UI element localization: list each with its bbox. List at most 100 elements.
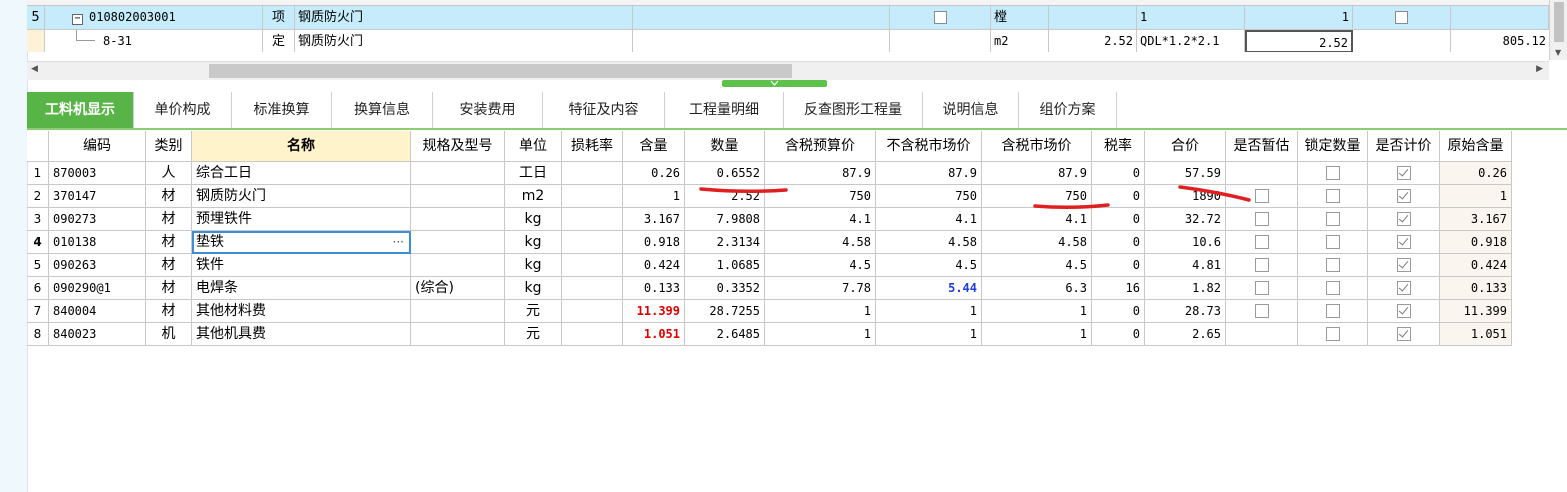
- name-cell[interactable]: 钢质防火门: [192, 185, 411, 208]
- notax-market-price-cell[interactable]: 750: [876, 185, 982, 208]
- code-cell[interactable]: 010138: [49, 231, 146, 254]
- tax-market-price-cell[interactable]: 1: [982, 323, 1092, 346]
- priced-cell[interactable]: [1368, 323, 1440, 346]
- tax-budget-price-cell[interactable]: 4.1: [765, 208, 876, 231]
- table-row[interactable]: 7 840004 材 其他材料费 元 11.399 28.7255 1 1 1 0 28.73 11.3…: [27, 300, 1512, 323]
- content-cell[interactable]: 1.051: [623, 323, 685, 346]
- notax-market-price-cell[interactable]: 87.9: [876, 162, 982, 185]
- tab-unit-price-composition[interactable]: 单价构成: [134, 92, 232, 128]
- scroll-right-icon[interactable]: ▶: [1536, 64, 1543, 74]
- checkbox[interactable]: [1325, 235, 1340, 249]
- bill-row-selected[interactable]: 5 −010802003001 项 钢质防火门 樘 1 1: [27, 6, 1549, 30]
- tax-rate-cell[interactable]: 0: [1092, 185, 1145, 208]
- total-cell[interactable]: 2.65: [1145, 323, 1226, 346]
- name-cell[interactable]: 其他机具费: [192, 323, 411, 346]
- item-feature[interactable]: [633, 6, 890, 29]
- priced-cell[interactable]: [1368, 208, 1440, 231]
- checkbox[interactable]: [1396, 166, 1411, 180]
- panel-splitter[interactable]: [722, 80, 827, 87]
- category-cell[interactable]: 材: [146, 277, 192, 300]
- checkbox[interactable]: [1254, 235, 1269, 249]
- table-row[interactable]: 1 870003 人 综合工日 工日 0.26 0.6552 87.9 87.9 87.9 0 57.…: [27, 162, 1512, 185]
- category-cell[interactable]: 材: [146, 185, 192, 208]
- checkbox[interactable]: [1396, 258, 1411, 272]
- notax-market-price-cell[interactable]: 4.1: [876, 208, 982, 231]
- original-content-cell[interactable]: 11.399: [1440, 300, 1512, 323]
- quantity-cell[interactable]: 2.3134: [685, 231, 765, 254]
- unit-cell[interactable]: kg: [505, 254, 562, 277]
- priced-cell[interactable]: [1368, 185, 1440, 208]
- tax-market-price-cell[interactable]: 750: [982, 185, 1092, 208]
- loss-rate-cell[interactable]: [562, 208, 623, 231]
- table-row[interactable]: 8 840023 机 其他机具费 元 1.051 2.6485 1 1 1 0 2.65 1.051: [27, 323, 1512, 346]
- spec-cell[interactable]: [411, 185, 505, 208]
- header-spec[interactable]: 规格及型号: [411, 131, 505, 162]
- code-cell[interactable]: 840004: [49, 300, 146, 323]
- code-cell[interactable]: 090273: [49, 208, 146, 231]
- original-content-cell[interactable]: 3.167: [1440, 208, 1512, 231]
- checkbox[interactable]: [1396, 304, 1411, 318]
- checkbox[interactable]: [1325, 327, 1340, 341]
- header-code[interactable]: 编码: [49, 131, 146, 162]
- tax-market-price-cell[interactable]: 87.9: [982, 162, 1092, 185]
- tax-budget-price-cell[interactable]: 4.58: [765, 231, 876, 254]
- locked-qty-cell[interactable]: [1298, 185, 1368, 208]
- priced-cell[interactable]: [1368, 300, 1440, 323]
- tax-budget-price-cell[interactable]: 7.78: [765, 277, 876, 300]
- checkbox[interactable]: [1325, 212, 1340, 226]
- tax-rate-cell[interactable]: 0: [1092, 162, 1145, 185]
- tax-rate-cell[interactable]: 0: [1092, 300, 1145, 323]
- unit-cell[interactable]: 元: [505, 323, 562, 346]
- quantity-cell[interactable]: 0.3352: [685, 277, 765, 300]
- item-expression[interactable]: 1: [1137, 6, 1245, 29]
- provisional-cell[interactable]: [1226, 185, 1298, 208]
- checkbox[interactable]: [1396, 212, 1411, 226]
- category-cell[interactable]: 材: [146, 300, 192, 323]
- name-cell[interactable]: 其他材料费: [192, 300, 411, 323]
- item-flag2-cell[interactable]: [1353, 6, 1451, 29]
- scrollbar-thumb[interactable]: [1554, 2, 1564, 42]
- header-tax-budget-price[interactable]: 含税预算价: [765, 131, 876, 162]
- tax-budget-price-cell[interactable]: 1: [765, 323, 876, 346]
- content-cell[interactable]: 0.26: [623, 162, 685, 185]
- loss-rate-cell[interactable]: [562, 300, 623, 323]
- unit-cell[interactable]: m2: [505, 185, 562, 208]
- table-row[interactable]: 6 090290@1 材 电焊条 (综合) kg 0.133 0.3352 7.78 5.44 6.…: [27, 277, 1512, 300]
- locked-qty-cell[interactable]: [1298, 162, 1368, 185]
- checkbox[interactable]: [1254, 189, 1269, 203]
- unit-cell[interactable]: kg: [505, 277, 562, 300]
- category-cell[interactable]: 人: [146, 162, 192, 185]
- original-content-cell[interactable]: 0.424: [1440, 254, 1512, 277]
- tab-standard-conversion[interactable]: 标准换算: [232, 92, 332, 128]
- tab-graphic-quantity-lookup[interactable]: 反查图形工程量: [784, 92, 923, 128]
- locked-qty-cell[interactable]: [1298, 300, 1368, 323]
- notax-market-price-cell[interactable]: 1: [876, 323, 982, 346]
- code-cell[interactable]: 090263: [49, 254, 146, 277]
- checkbox[interactable]: [1254, 281, 1269, 295]
- provisional-cell[interactable]: [1226, 300, 1298, 323]
- header-locked-qty[interactable]: 锁定数量: [1298, 131, 1368, 162]
- chevron-down-icon[interactable]: [770, 80, 779, 86]
- original-content-cell[interactable]: 1.051: [1440, 323, 1512, 346]
- tax-market-price-cell[interactable]: 4.58: [982, 231, 1092, 254]
- header-tax-market-price[interactable]: 含税市场价: [982, 131, 1092, 162]
- total-cell[interactable]: 4.81: [1145, 254, 1226, 277]
- total-cell[interactable]: 32.72: [1145, 208, 1226, 231]
- locked-qty-cell[interactable]: [1298, 323, 1368, 346]
- spec-cell[interactable]: [411, 254, 505, 277]
- total-cell[interactable]: 1890: [1145, 185, 1226, 208]
- quantity-cell[interactable]: 0.6552: [685, 162, 765, 185]
- provisional-cell[interactable]: [1226, 162, 1298, 185]
- spec-cell[interactable]: [411, 208, 505, 231]
- total-cell[interactable]: 28.73: [1145, 300, 1226, 323]
- unit-cell[interactable]: kg: [505, 231, 562, 254]
- provisional-cell[interactable]: [1226, 323, 1298, 346]
- notax-market-price-cell[interactable]: 5.44: [876, 277, 982, 300]
- content-cell[interactable]: 1: [623, 185, 685, 208]
- provisional-cell[interactable]: [1226, 277, 1298, 300]
- tab-pricing-scheme[interactable]: 组价方案: [1019, 92, 1117, 128]
- unit-cell[interactable]: 元: [505, 300, 562, 323]
- quota-name[interactable]: 钢质防火门: [295, 30, 633, 52]
- spec-cell[interactable]: [411, 300, 505, 323]
- horizontal-scrollbar[interactable]: ◀ ▶: [27, 61, 1549, 80]
